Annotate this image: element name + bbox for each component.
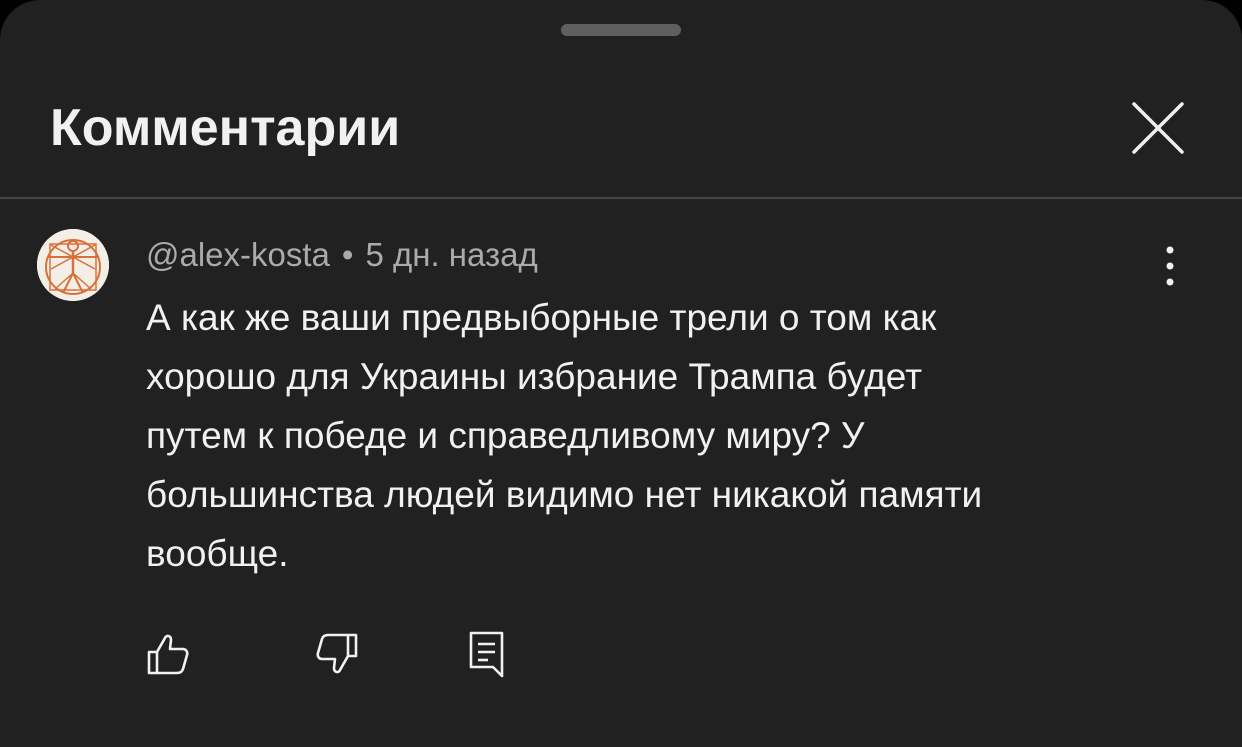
comment-author[interactable]: @alex-kosta bbox=[146, 236, 330, 273]
avatar-sketch-image bbox=[37, 229, 109, 301]
close-button[interactable] bbox=[1118, 88, 1198, 168]
thumb-down-icon bbox=[316, 633, 358, 674]
close-icon bbox=[1132, 102, 1184, 154]
reply-button[interactable] bbox=[456, 624, 516, 684]
more-vertical-icon bbox=[1166, 246, 1174, 286]
drag-handle[interactable] bbox=[561, 24, 681, 36]
comments-title: Комментарии bbox=[50, 99, 401, 157]
comment-text: А как же ваши предвыборные трели о том к… bbox=[146, 297, 983, 574]
comment-meta: @alex-kosta • 5 дн. назад bbox=[146, 233, 538, 277]
meta-separator: • bbox=[341, 236, 354, 273]
like-button[interactable] bbox=[138, 624, 198, 684]
header-divider bbox=[0, 197, 1242, 199]
thumb-up-icon bbox=[147, 634, 189, 675]
comments-sheet: Комментарии @alex-kosta • 5 дн. назад А … bbox=[0, 0, 1242, 747]
dislike-button[interactable] bbox=[307, 624, 367, 684]
reply-comment-icon bbox=[469, 631, 504, 678]
comment-more-button[interactable] bbox=[1146, 236, 1194, 296]
comment-time: 5 дн. назад bbox=[365, 236, 538, 273]
avatar[interactable] bbox=[37, 229, 109, 301]
